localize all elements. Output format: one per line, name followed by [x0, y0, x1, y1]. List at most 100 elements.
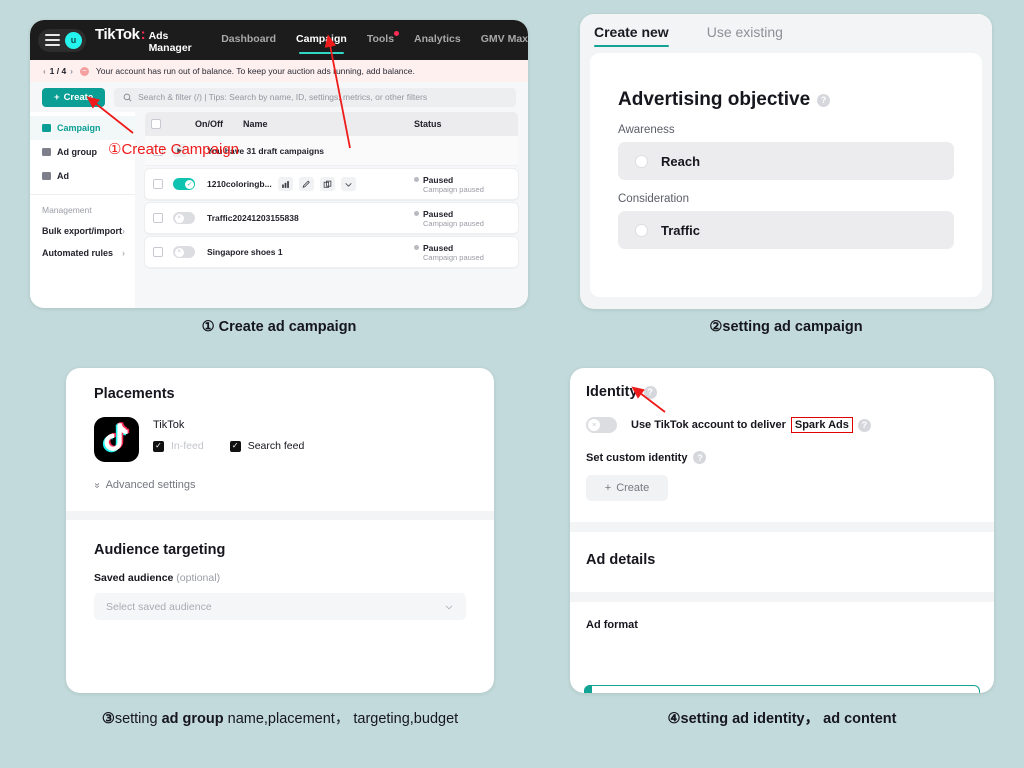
advanced-settings-label: Advanced settings	[105, 479, 196, 491]
edit-icon[interactable]	[298, 177, 314, 191]
balance-alert-banner: ‹ 1 / 4 › − Your account has run out of …	[30, 60, 528, 82]
spark-ads-highlight: Spark Ads	[790, 417, 853, 433]
audience-targeting-section: Audience targeting Saved audience (optio…	[66, 520, 494, 620]
placements-title: Placements	[94, 386, 175, 402]
status-label: Paused	[423, 242, 454, 253]
adgroup-icon	[42, 148, 51, 156]
radio-icon[interactable]	[635, 223, 648, 237]
caption-2-text: setting ad campaign	[722, 319, 863, 335]
spark-ads-label-prefix: Use TikTok account to deliver	[631, 419, 786, 431]
chevron-right-icon[interactable]: ›	[70, 67, 73, 76]
ad-details-section: Ad details	[570, 532, 994, 568]
caption-2-number: ②	[709, 319, 723, 335]
avatar[interactable]: u	[65, 31, 82, 49]
status-cell: Paused Campaign paused	[414, 209, 512, 228]
custom-identity-label-text: Set custom identity	[586, 451, 688, 464]
main-nav: Dashboard Campaign Tools Analytics GMV M…	[221, 31, 528, 54]
nav-gmv-max[interactable]: GMV Max	[481, 33, 528, 47]
row-checkbox[interactable]	[153, 213, 163, 223]
objective-option-reach[interactable]: Reach	[618, 142, 954, 180]
status-label: Paused	[423, 174, 454, 185]
sidebar-divider	[30, 194, 135, 195]
sidebar-item-campaign[interactable]: Campaign	[30, 116, 135, 140]
table-row[interactable]: ✓ 1210coloringb... Paused Campaign pause…	[145, 169, 518, 200]
table-row[interactable]: × Singapore shoes 1 Paused Campaign paus…	[145, 237, 518, 268]
sidebar-item-automated-rules[interactable]: Automated rules ›	[30, 242, 135, 264]
checkbox-search-feed[interactable]: ✓ Search feed	[229, 440, 305, 452]
hamburger-icon[interactable]	[45, 34, 60, 46]
nav-analytics[interactable]: Analytics	[414, 33, 461, 47]
nav-tools[interactable]: Tools	[367, 31, 400, 47]
objective-group-consideration: Consideration	[618, 193, 689, 205]
search-icon	[123, 93, 132, 101]
objective-card: Advertising objective ? Awareness Reach …	[590, 53, 982, 297]
campaign-body: Campaign Ad group Ad Management Bulk exp…	[30, 112, 528, 308]
alert-pager[interactable]: ‹ 1 / 4 ›	[43, 66, 73, 76]
row-checkbox[interactable]	[153, 247, 163, 257]
sidebar-item-bulk-export-import[interactable]: Bulk export/import ›	[30, 220, 135, 242]
tiktok-logo-icon	[94, 417, 139, 462]
chevron-right-icon: ›	[122, 248, 125, 258]
notification-dot-icon	[394, 31, 400, 36]
sidebar-item-ad[interactable]: Ad	[30, 164, 135, 188]
identity-title-text: Identity	[586, 384, 638, 400]
audience-targeting-title: Audience targeting	[94, 542, 226, 558]
status-dot-icon	[414, 245, 419, 250]
chevron-down-icon[interactable]	[340, 177, 356, 191]
advanced-settings-toggle[interactable]: » Advanced settings	[91, 479, 466, 491]
search-input[interactable]: Search & filter (/) | Tips: Search by na…	[114, 87, 516, 107]
help-icon[interactable]: ?	[693, 451, 707, 464]
caption-3-c: name,placement， targeting,budget	[227, 711, 459, 727]
chevron-down-icon	[445, 604, 453, 609]
tab-create-new[interactable]: Create new	[594, 24, 669, 47]
objective-option-traffic-label: Traffic	[661, 222, 701, 238]
row-onoff-toggle[interactable]: ✓	[173, 178, 195, 190]
section-divider	[66, 511, 494, 520]
identity-title: Identity ?	[586, 384, 978, 400]
spark-ads-toggle[interactable]: ×	[586, 417, 617, 433]
analytics-icon[interactable]	[277, 177, 293, 191]
nav-campaign[interactable]: Campaign	[296, 33, 347, 54]
table-header-name: Name	[243, 119, 268, 129]
objective-option-traffic[interactable]: Traffic	[618, 211, 954, 249]
help-icon[interactable]: ?	[857, 418, 871, 432]
saved-audience-select[interactable]: Select saved audience	[94, 593, 466, 620]
help-icon[interactable]: ?	[817, 93, 831, 107]
table-header-status: Status	[414, 119, 442, 129]
checkbox-in-feed[interactable]: ✓ In-feed	[153, 440, 204, 452]
alert-page-indicator: 1 / 4	[49, 66, 67, 76]
sidebar-item-campaign-label: Campaign	[57, 123, 101, 133]
campaign-name: Singapore shoes 1	[207, 247, 283, 257]
create-button[interactable]: + Create	[42, 87, 106, 107]
caption-1-text: Create ad campaign	[214, 319, 357, 335]
row-onoff-toggle[interactable]: ×	[173, 246, 195, 258]
ad-icon	[42, 172, 51, 180]
sidebar-item-ad-group-label: Ad group	[57, 147, 97, 157]
create-identity-button[interactable]: + Create	[586, 475, 668, 501]
identity-section: Identity ? × Use TikTok account to deliv…	[570, 368, 994, 501]
placements-panel: Placements TikTok ✓ In-feed ✓ Search fee…	[66, 368, 494, 693]
table-row[interactable]: × Traffic20241203155838 Paused Campaign …	[145, 203, 518, 234]
status-sublabel: Campaign paused	[423, 184, 484, 194]
tab-use-existing[interactable]: Use existing	[707, 24, 783, 47]
radio-icon[interactable]	[635, 154, 648, 168]
row-checkbox[interactable]	[153, 179, 163, 189]
ad-details-title: Ad details	[586, 552, 656, 568]
ad-format-title: Ad format	[586, 619, 638, 631]
nav-dashboard[interactable]: Dashboard	[221, 33, 276, 47]
campaign-toolbar: + Create Search & filter (/) | Tips: Sea…	[30, 82, 528, 112]
table-header-onoff: On/Off	[195, 119, 223, 129]
select-all-checkbox[interactable]	[151, 119, 161, 129]
section-divider	[570, 592, 994, 602]
warning-icon: −	[79, 66, 89, 76]
checkbox-search-feed-label: Search feed	[247, 440, 305, 452]
help-icon[interactable]: ?	[643, 385, 657, 399]
row-onoff-toggle[interactable]: ×	[173, 212, 195, 224]
menu-button[interactable]: u	[38, 28, 86, 52]
platform-name: TikTok	[153, 419, 185, 431]
chevron-left-icon[interactable]: ‹	[43, 67, 46, 76]
ad-format-selected-option[interactable]	[584, 685, 980, 693]
custom-identity-label: Set custom identity ?	[586, 451, 978, 464]
duplicate-icon[interactable]	[319, 177, 335, 191]
caption-1: ① Create ad campaign	[30, 319, 528, 335]
